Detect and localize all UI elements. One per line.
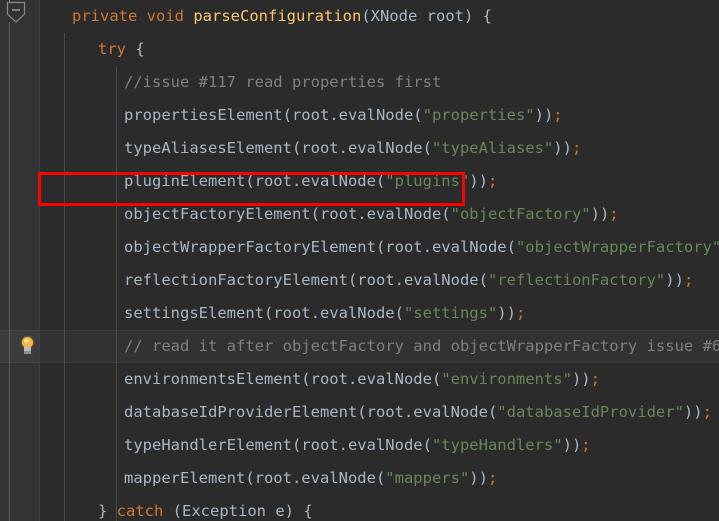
code-token-kw: private bbox=[72, 7, 138, 25]
code-token-plain: )) bbox=[590, 205, 610, 223]
code-token-semi: ; bbox=[487, 172, 498, 190]
lightbulb-icon[interactable] bbox=[20, 337, 36, 355]
code-token-str: "environments" bbox=[441, 370, 572, 388]
code-line[interactable]: propertiesElement(root.evalNode("propert… bbox=[40, 99, 719, 132]
code-line[interactable]: reflectionFactoryElement(root.evalNode("… bbox=[40, 264, 719, 297]
code-token-semi: ; bbox=[702, 403, 712, 421]
code-line[interactable]: objectFactoryElement(root.evalNode("obje… bbox=[40, 198, 719, 231]
code-token-str: "reflectionFactory" bbox=[487, 271, 666, 289]
code-token-str: "objectWrapperFactory" bbox=[515, 238, 719, 256]
code-token-semi: ; bbox=[487, 469, 498, 487]
code-line[interactable]: databaseIdProviderElement(root.evalNode(… bbox=[40, 396, 719, 429]
code-token-plain: typeAliasesElement(root.evalNode( bbox=[124, 139, 432, 157]
code-token-semi: ; bbox=[515, 304, 526, 322]
code-line[interactable]: } catch (Exception e) { bbox=[40, 495, 719, 521]
code-token-plain: )) bbox=[469, 469, 488, 487]
code-token-plain: (XNode root) { bbox=[361, 7, 492, 25]
code-token-semi: ; bbox=[683, 271, 694, 289]
lightbulb-base bbox=[24, 351, 31, 354]
code-token-plain: settingsElement(root.evalNode( bbox=[124, 304, 404, 322]
code-token-plain: reflectionFactoryElement(root.evalNode( bbox=[124, 271, 488, 289]
code-token-plain: } bbox=[98, 502, 117, 520]
code-token-method: parseConfiguration bbox=[193, 7, 362, 25]
code-token-kw: try bbox=[98, 40, 126, 58]
code-token-str: "typeHandlers" bbox=[431, 436, 563, 454]
fold-stem-top bbox=[9, 0, 10, 3]
code-token-plain: )) bbox=[665, 271, 684, 289]
code-line[interactable]: // read it after objectFactory and objec… bbox=[40, 330, 719, 363]
code-token-plain: )) bbox=[469, 172, 488, 190]
editor-text-area[interactable]: private void parseConfiguration(XNode ro… bbox=[40, 0, 719, 521]
code-token-comment: //issue #117 read properties first bbox=[124, 73, 442, 91]
code-token-plain: )) bbox=[562, 436, 582, 454]
code-line[interactable]: typeHandlerElement(root.evalNode("typeHa… bbox=[40, 429, 719, 462]
code-line[interactable]: objectWrapperFactoryElement(root.evalNod… bbox=[40, 231, 719, 264]
code-line[interactable]: pluginElement(root.evalNode("plugins")); bbox=[40, 165, 719, 198]
code-line[interactable]: settingsElement(root.evalNode("settings"… bbox=[40, 297, 719, 330]
code-token-plain: databaseIdProviderElement(root.evalNode( bbox=[124, 403, 498, 421]
code-token-str: "properties" bbox=[422, 106, 535, 124]
fold-region-stem bbox=[9, 22, 10, 521]
code-token-plain: environmentsElement(root.evalNode( bbox=[124, 370, 442, 388]
code-token-plain: )) bbox=[553, 139, 572, 157]
code-token-kw: void bbox=[146, 7, 184, 25]
code-token-plain: (Exception e) { bbox=[163, 502, 313, 520]
code-token-str: "databaseIdProvider" bbox=[497, 403, 684, 421]
code-token-plain: objectWrapperFactoryElement(root.evalNod… bbox=[124, 238, 516, 256]
code-token-plain: objectFactoryElement(root.evalNode( bbox=[124, 205, 451, 223]
code-token-plain: )) bbox=[534, 106, 554, 124]
code-token-str: "plugins" bbox=[385, 172, 470, 190]
code-token-semi: ; bbox=[581, 436, 591, 454]
code-token-plain: pluginElement(root.evalNode( bbox=[124, 172, 386, 190]
code-token-str: "settings" bbox=[403, 304, 498, 322]
code-editor-screenshot: private void parseConfiguration(XNode ro… bbox=[0, 0, 719, 521]
code-line[interactable]: environmentsElement(root.evalNode("envir… bbox=[40, 363, 719, 396]
code-token-plain: propertiesElement(root.evalNode( bbox=[124, 106, 423, 124]
code-line[interactable]: //issue #117 read properties first bbox=[40, 66, 719, 99]
code-token-str: "typeAliases" bbox=[431, 139, 554, 157]
code-token-plain: { bbox=[126, 40, 145, 58]
code-token-plain: )) bbox=[497, 304, 516, 322]
code-token-semi: ; bbox=[571, 139, 582, 157]
code-token-plain: )) bbox=[683, 403, 703, 421]
code-token-semi: ; bbox=[609, 205, 619, 223]
code-line[interactable]: try { bbox=[40, 33, 719, 66]
code-line[interactable]: private void parseConfiguration(XNode ro… bbox=[40, 0, 719, 33]
editor-gutter[interactable] bbox=[0, 0, 40, 521]
code-line[interactable]: typeAliasesElement(root.evalNode("typeAl… bbox=[40, 132, 719, 165]
code-token-semi: ; bbox=[590, 370, 600, 388]
code-token-plain: )) bbox=[571, 370, 591, 388]
code-token-plain: mapperElement(root.evalNode( bbox=[124, 469, 386, 487]
code-line[interactable]: mapperElement(root.evalNode("mappers")); bbox=[40, 462, 719, 495]
code-token-kw: catch bbox=[116, 502, 164, 520]
code-token-semi: ; bbox=[553, 106, 563, 124]
code-token-str: "mappers" bbox=[385, 469, 470, 487]
code-token-str: "objectFactory" bbox=[450, 205, 591, 223]
code-token-comment: // read it after objectFactory and objec… bbox=[124, 337, 719, 355]
code-token-plain: typeHandlerElement(root.evalNode( bbox=[124, 436, 432, 454]
